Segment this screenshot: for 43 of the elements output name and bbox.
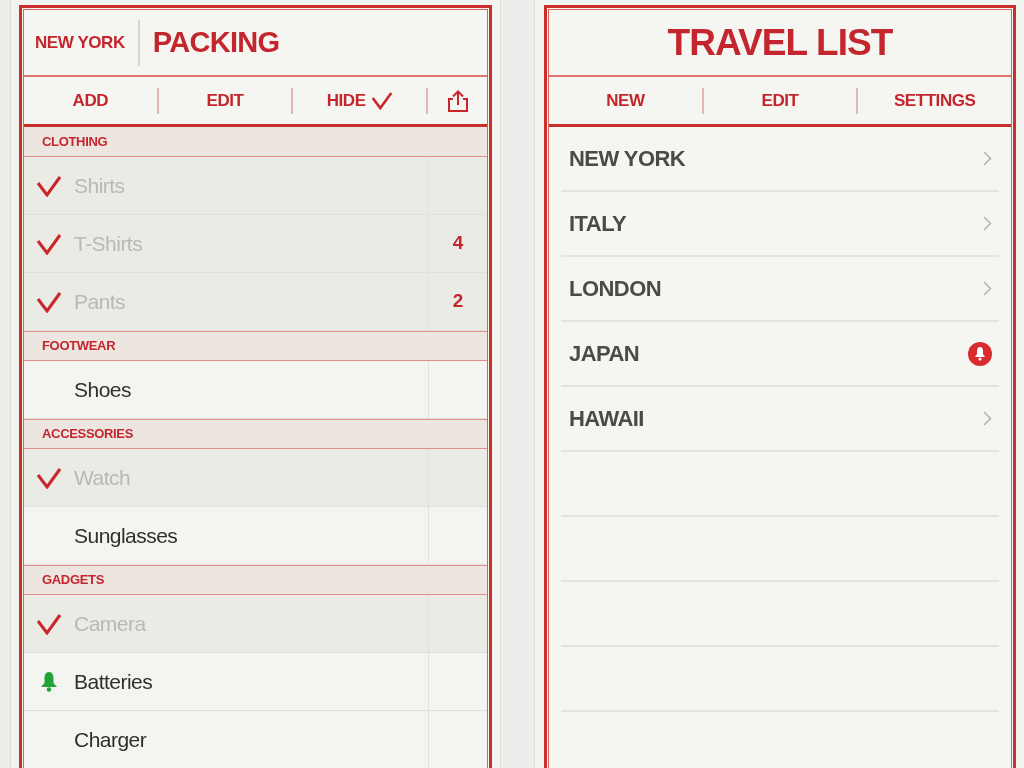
trip-name[interactable]: NEW YORK — [35, 29, 125, 56]
toolbar-button[interactable]: ADD — [68, 83, 113, 118]
item-name: Charger — [74, 727, 147, 754]
chevron-icon — [983, 151, 992, 166]
trip-row[interactable]: HAWAII — [561, 387, 999, 452]
trip-name: HAWAII — [569, 405, 644, 433]
item-count: 4 — [452, 231, 464, 256]
trip-name: NEW YORK — [569, 145, 686, 173]
toolbar-button[interactable]: SETTINGS — [889, 83, 980, 118]
chevron-icon — [983, 216, 992, 231]
chevron-icon — [983, 281, 992, 296]
packing-row[interactable]: Sunglasses — [24, 507, 487, 565]
trip-name: LONDON — [569, 275, 662, 303]
item-name: Sunglasses — [74, 522, 178, 549]
packing-row[interactable]: Batteries — [24, 653, 487, 711]
check-icon — [370, 91, 393, 110]
trip-row[interactable]: NEW YORK — [561, 127, 999, 192]
check-icon — [36, 174, 62, 197]
check-icon — [36, 466, 62, 489]
section-title: ACCESSORIES — [42, 425, 134, 444]
item-name: Batteries — [74, 668, 153, 695]
trip-name: JAPAN — [569, 340, 640, 368]
chevron-icon — [983, 411, 992, 426]
toolbar-button[interactable]: NEW — [602, 83, 649, 118]
trip-row[interactable]: JAPAN — [561, 322, 999, 387]
check-icon — [36, 290, 62, 313]
screen-title: TRAVEL LIST — [667, 20, 893, 65]
item-name: Shoes — [74, 376, 131, 403]
hide-checked-button[interactable]: HIDE — [322, 83, 397, 118]
check-icon — [36, 612, 62, 635]
packing-row[interactable]: Shoes — [24, 361, 487, 419]
share-icon — [446, 89, 469, 112]
item-count: 2 — [452, 289, 464, 314]
section-title: GADGETS — [42, 571, 104, 590]
toolbar-button[interactable]: EDIT — [757, 83, 803, 118]
check-icon — [36, 232, 62, 255]
screen-title: PACKING — [152, 24, 280, 60]
trip-row[interactable]: ITALY — [561, 192, 999, 257]
trip-name: ITALY — [569, 210, 627, 238]
trip-row[interactable]: LONDON — [561, 257, 999, 322]
toolbar-button[interactable]: EDIT — [202, 83, 248, 118]
section-title: CLOTHING — [42, 132, 108, 151]
section-title: FOOTWEAR — [42, 337, 116, 356]
